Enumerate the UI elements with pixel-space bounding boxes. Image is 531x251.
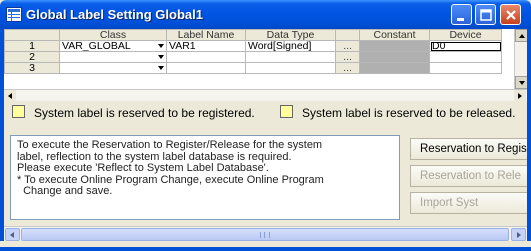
device-cell[interactable]: D0 xyxy=(429,40,502,52)
row-number[interactable]: 3 xyxy=(4,62,60,74)
scroll-right-button[interactable] xyxy=(511,228,526,241)
minimize-button[interactable] xyxy=(451,4,472,25)
constant-cell xyxy=(359,40,430,52)
class-cell[interactable] xyxy=(59,62,167,74)
grid-vertical-scrollbar[interactable] xyxy=(514,29,527,89)
table-row: 2 ... xyxy=(4,51,502,63)
minimize-icon xyxy=(457,18,464,21)
import-system-label-button[interactable]: Import Syst xyxy=(410,192,527,214)
window-frame-bottom xyxy=(0,241,531,251)
data-type-cell[interactable] xyxy=(245,51,336,63)
scroll-down-button[interactable] xyxy=(515,76,527,89)
title-bar[interactable]: Global Label Setting Global1 xyxy=(0,0,531,29)
constant-cell xyxy=(359,62,430,74)
device-cell[interactable] xyxy=(429,51,502,63)
label-name-cell[interactable]: VAR1 xyxy=(166,40,246,52)
dropdown-arrow-icon[interactable] xyxy=(158,55,164,59)
table-row: 1 VAR_GLOBAL VAR1 Word[Signed] ... D0 xyxy=(4,40,502,52)
header-row-number xyxy=(4,29,60,41)
dialog-horizontal-scrollbar[interactable] xyxy=(4,226,527,241)
header-constant[interactable]: Constant xyxy=(359,29,430,41)
maximize-icon xyxy=(480,9,492,21)
arrow-right-icon xyxy=(518,93,522,99)
info-line: To execute the Reservation to Register/R… xyxy=(17,139,323,151)
data-type-browse-button[interactable]: ... xyxy=(335,62,360,74)
data-type-cell[interactable] xyxy=(245,62,336,74)
info-message-panel: To execute the Reservation to Register/R… xyxy=(10,135,400,220)
window-frame-right xyxy=(527,29,531,251)
label-name-cell[interactable] xyxy=(166,62,246,74)
scroll-left-button[interactable] xyxy=(5,228,20,241)
label-name-cell[interactable] xyxy=(166,51,246,63)
arrow-down-icon xyxy=(519,81,525,85)
header-label-name[interactable]: Label Name xyxy=(166,29,246,41)
released-color-swatch xyxy=(280,105,293,118)
scrollbar-thumb[interactable] xyxy=(21,228,509,241)
class-cell[interactable] xyxy=(59,51,167,63)
header-class[interactable]: Class xyxy=(59,29,167,41)
data-type-browse-button[interactable]: ... xyxy=(335,40,360,52)
legend-registered-text: System label is reserved to be registere… xyxy=(34,106,255,120)
row-number[interactable]: 2 xyxy=(4,51,60,63)
info-line: Change and save. xyxy=(17,185,113,197)
registered-color-swatch xyxy=(12,105,25,118)
header-data-type[interactable]: Data Type xyxy=(245,29,336,41)
dropdown-arrow-icon[interactable] xyxy=(158,66,164,70)
constant-cell xyxy=(359,51,430,63)
label-table: Class Label Name Data Type Constant Devi… xyxy=(4,29,502,74)
data-type-cell[interactable]: Word[Signed] xyxy=(245,40,336,52)
header-browse xyxy=(335,29,360,41)
grid-horizontal-scrollbar[interactable] xyxy=(4,89,527,102)
maximize-button[interactable] xyxy=(475,4,496,25)
class-cell[interactable]: VAR_GLOBAL xyxy=(59,40,167,52)
dropdown-arrow-icon[interactable] xyxy=(158,44,164,48)
class-value: VAR_GLOBAL xyxy=(62,40,131,52)
window-title: Global Label Setting Global1 xyxy=(26,7,203,22)
legend: System label is reserved to be registere… xyxy=(4,101,527,131)
legend-released-text: System label is reserved to be released. xyxy=(302,106,516,120)
row-number[interactable]: 1 xyxy=(4,40,60,52)
scroll-up-button[interactable] xyxy=(515,29,527,42)
arrow-up-icon xyxy=(519,34,525,38)
device-cell[interactable] xyxy=(429,62,502,74)
header-device[interactable]: Device xyxy=(429,29,502,41)
arrow-right-icon xyxy=(517,232,521,238)
data-type-browse-button[interactable]: ... xyxy=(335,51,360,63)
reservation-to-register-button[interactable]: Reservation to Regis xyxy=(410,138,527,160)
info-line: Please execute 'Reflect to System Label … xyxy=(17,162,269,174)
close-icon xyxy=(506,10,516,20)
close-button[interactable] xyxy=(500,4,521,25)
table-header-row: Class Label Name Data Type Constant Devi… xyxy=(4,29,502,41)
grid-app-icon xyxy=(6,7,22,22)
arrow-left-icon xyxy=(8,93,12,99)
table-row: 3 ... xyxy=(4,62,502,74)
reservation-to-release-button[interactable]: Reservation to Rele xyxy=(410,165,527,187)
arrow-left-icon xyxy=(10,232,14,238)
label-grid: Class Label Name Data Type Constant Devi… xyxy=(4,29,527,96)
grip-icon xyxy=(260,232,270,238)
